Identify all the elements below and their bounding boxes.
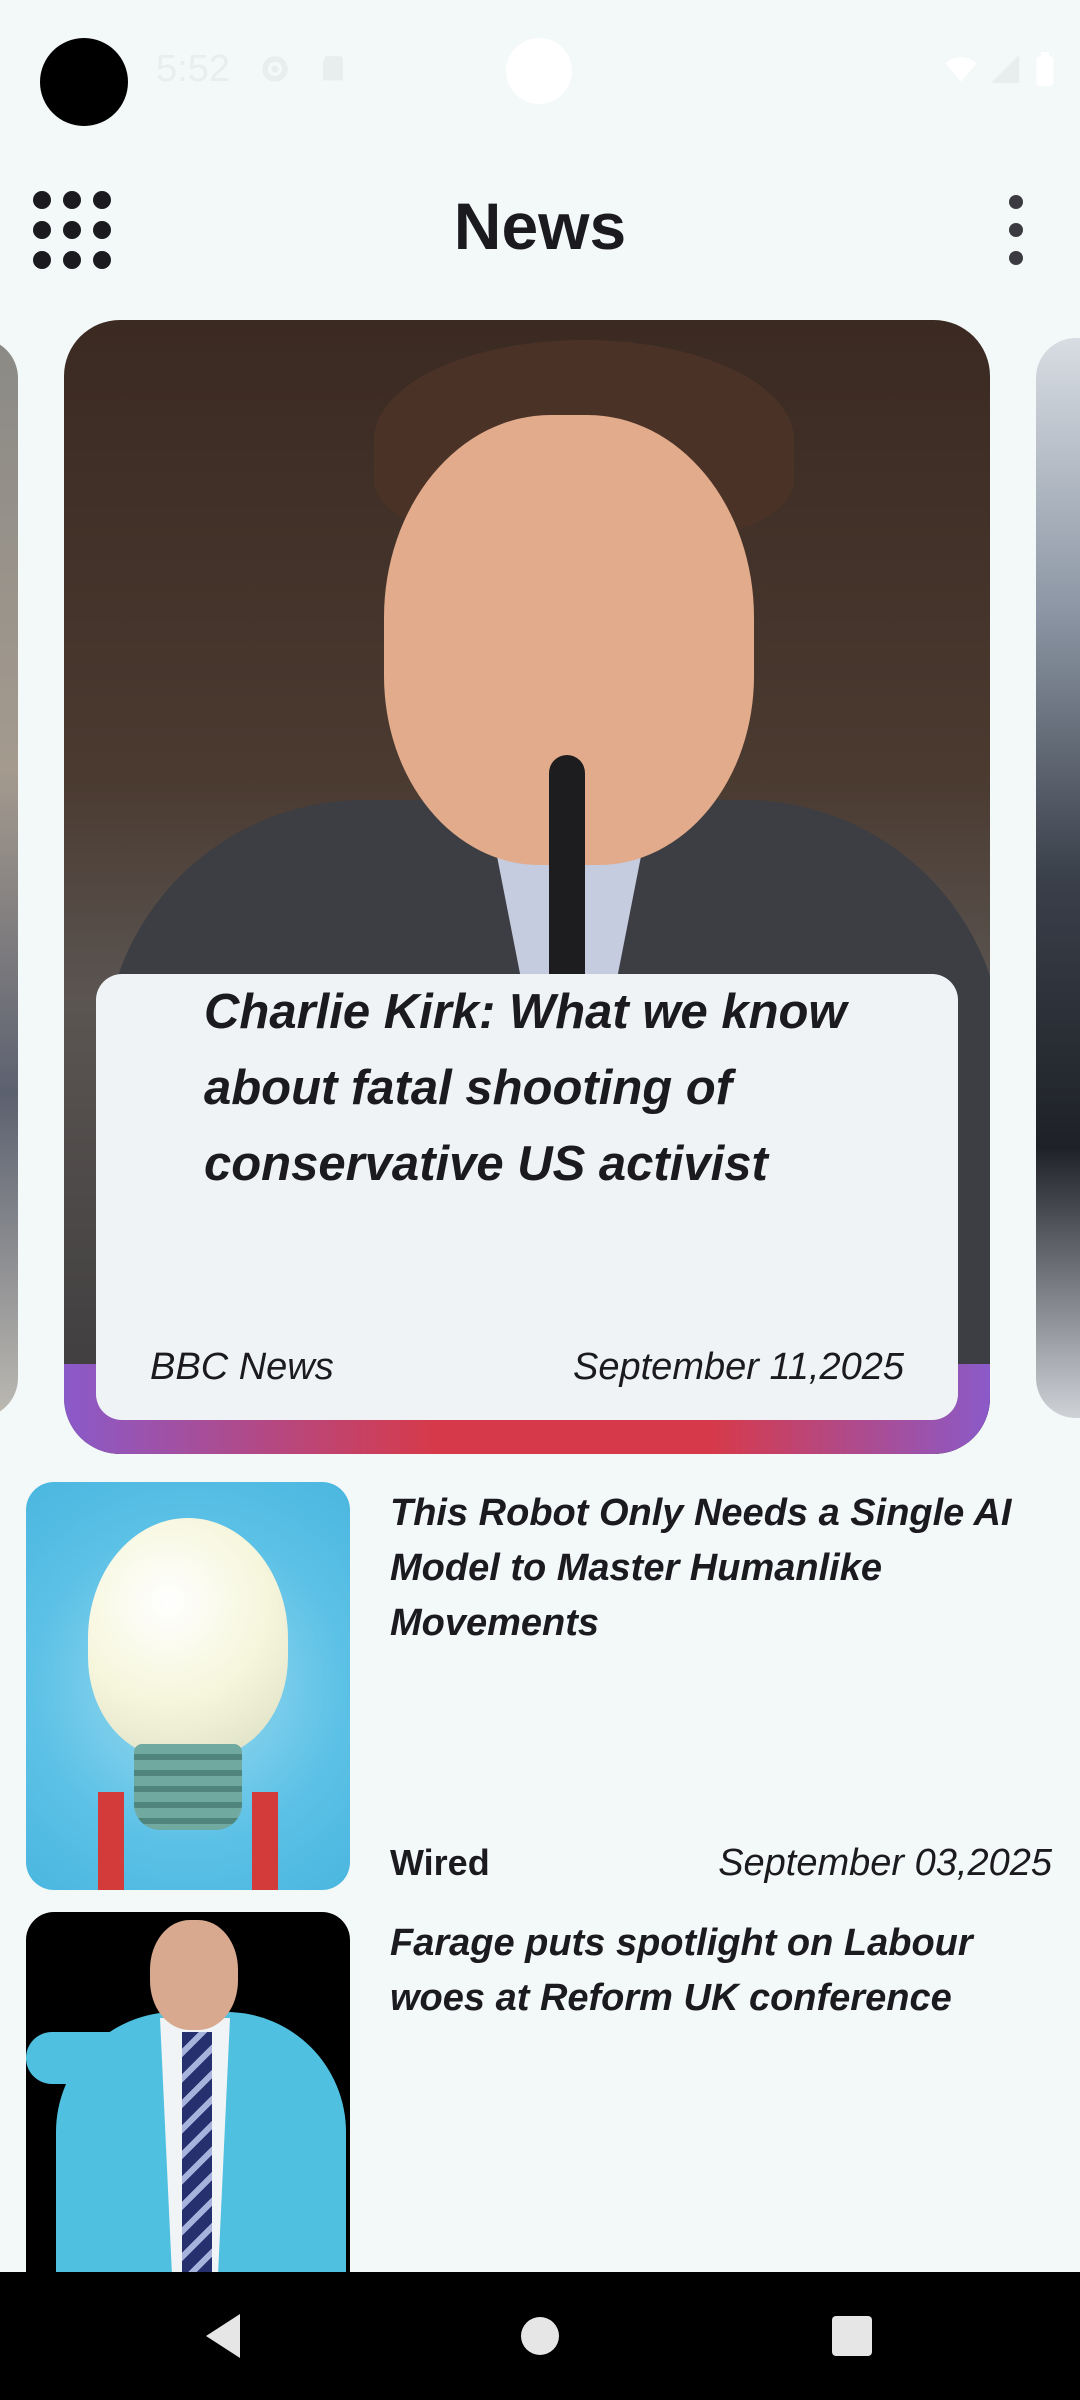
featured-article-source: BBC News (150, 1346, 334, 1388)
article-date: September 03,2025 (718, 1842, 1052, 1884)
article-list-item[interactable]: This Robot Only Needs a Single AI Model … (0, 1482, 1080, 1892)
featured-carousel[interactable]: Charlie Kirk: What we know about fatal s… (0, 320, 1080, 1454)
front-camera-dot (506, 38, 572, 104)
next-card-peek[interactable] (1036, 338, 1080, 1418)
article-title: Farage puts spotlight on Labour woes at … (390, 1922, 973, 2019)
page-title: News (453, 189, 627, 263)
article-source: Wired (390, 1842, 490, 1883)
system-nav-bar (0, 2272, 1080, 2400)
featured-article-title: Charlie Kirk: What we know about fatal s… (204, 985, 847, 1191)
home-icon[interactable] (510, 2306, 570, 2366)
app-bar: News (0, 170, 1080, 290)
featured-article-card[interactable]: Charlie Kirk: What we know about fatal s… (64, 320, 990, 1454)
sd-card-icon (323, 56, 343, 81)
status-time: 5:52 (156, 48, 230, 90)
camera-cutout (40, 38, 128, 126)
article-thumbnail (26, 1912, 350, 2272)
more-vert-icon[interactable] (990, 190, 1042, 270)
back-icon[interactable] (196, 2306, 256, 2366)
status-bar: 5:52 (0, 0, 1080, 140)
article-thumbnail (26, 1482, 350, 1890)
signal-icon (990, 54, 1020, 84)
article-title: This Robot Only Needs a Single AI Model … (390, 1492, 1012, 1644)
previous-card-peek[interactable] (0, 338, 18, 1418)
battery-icon (1036, 52, 1054, 86)
wifi-icon (945, 57, 977, 82)
recents-icon[interactable] (822, 2306, 882, 2366)
featured-article-date: September 11,2025 (573, 1346, 904, 1388)
article-list-item[interactable]: Farage puts spotlight on Labour woes at … (0, 1912, 1080, 2272)
featured-article-info: Charlie Kirk: What we know about fatal s… (96, 974, 958, 1420)
settings-icon (262, 56, 288, 82)
